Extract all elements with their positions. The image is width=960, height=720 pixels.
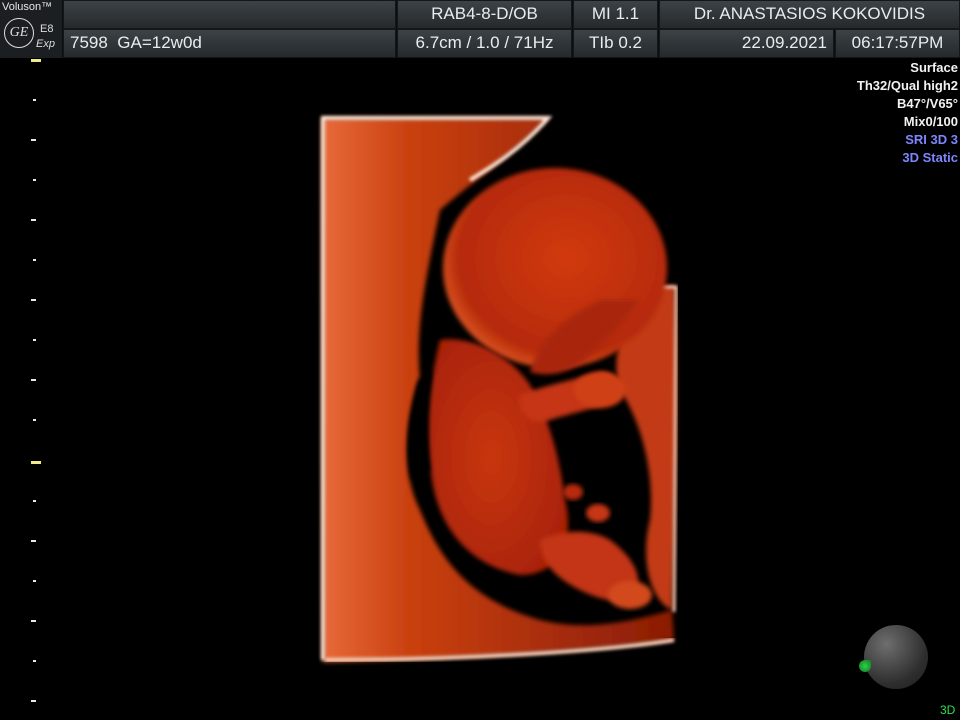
- depth-tick: [33, 179, 36, 181]
- fetal-knee: [563, 484, 583, 500]
- depth-tick: [31, 59, 41, 62]
- depth-tick: [33, 580, 36, 582]
- model-label: E8: [40, 23, 54, 35]
- tib-value: TIb 0.2: [573, 29, 658, 58]
- variant-label: Exp: [36, 38, 55, 50]
- orientation-marker-icon: [859, 660, 871, 672]
- fetal-foot-lower: [608, 581, 652, 609]
- exam-time: 06:17:57PM: [835, 29, 960, 58]
- depth-tick: [31, 139, 36, 141]
- status-header: Voluson™ GE E8 Exp 7598 GA=12w0d RAB4-8-…: [0, 0, 960, 58]
- gestational-age: GA=12w0d: [117, 33, 202, 52]
- fetal-hand: [574, 372, 626, 408]
- logo-area: Voluson™ GE E8 Exp: [0, 0, 62, 58]
- depth-tick: [31, 461, 41, 464]
- volume-angles: B47°/V65°: [897, 96, 958, 111]
- depth-tick: [33, 419, 36, 421]
- mix-value: Mix0/100: [903, 114, 958, 129]
- exam-date: 22.09.2021: [659, 29, 834, 58]
- patient-id: 7598: [70, 33, 108, 52]
- mi-value: MI 1.1: [573, 0, 658, 29]
- depth-tick: [31, 700, 36, 702]
- patient-cell: 7598 GA=12w0d: [63, 29, 396, 58]
- threshold-quality: Th32/Qual high2: [856, 78, 958, 93]
- sri-setting: SRI 3D 3: [905, 132, 958, 147]
- depth-info: 6.7cm / 1.0 / 71Hz: [397, 29, 572, 58]
- fetal-foot: [586, 504, 610, 522]
- trackball-icon[interactable]: [864, 625, 928, 689]
- depth-tick: [33, 660, 36, 662]
- depth-tick: [33, 99, 36, 101]
- header-cell-empty: [63, 0, 396, 29]
- depth-tick: [31, 540, 36, 542]
- fetal-3d-render: [321, 116, 678, 662]
- depth-tick: [31, 620, 36, 622]
- depth-tick: [31, 219, 36, 221]
- brand-label: Voluson™: [2, 1, 53, 13]
- depth-tick: [31, 299, 36, 301]
- render-mode: Surface: [910, 60, 958, 75]
- doctor-name: Dr. ANASTASIOS KOKOVIDIS: [659, 0, 960, 29]
- depth-tick: [33, 259, 36, 261]
- depth-tick: [33, 500, 36, 502]
- mode-indicator: 3D: [940, 703, 956, 717]
- depth-tick: [31, 379, 36, 381]
- depth-tick: [33, 339, 36, 341]
- ge-logo-icon: GE: [4, 18, 34, 48]
- acquisition-mode: 3D Static: [902, 150, 958, 165]
- probe-label: RAB4-8-D/OB: [397, 0, 572, 29]
